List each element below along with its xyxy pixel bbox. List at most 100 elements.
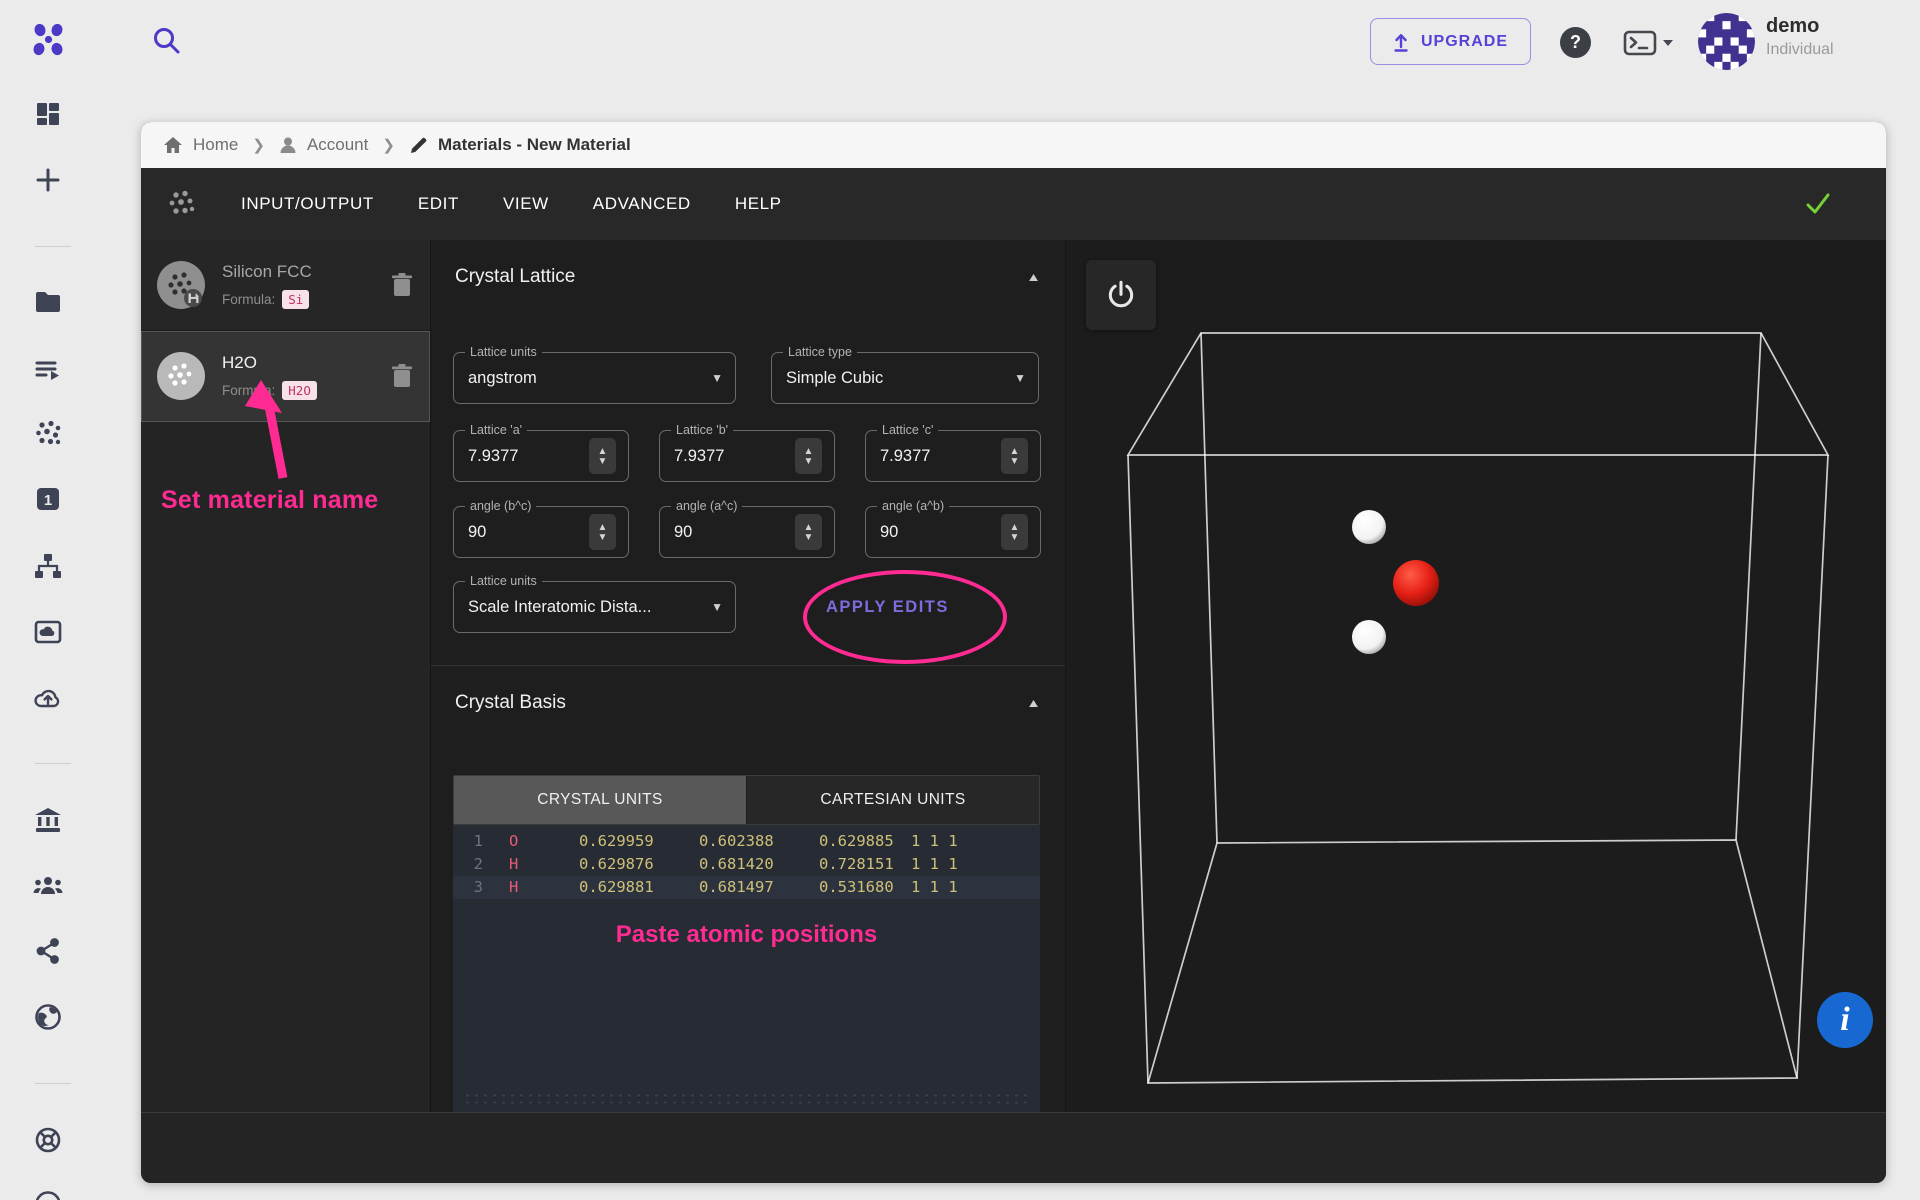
dashboard-icon[interactable] xyxy=(29,95,67,133)
lattice-c-input[interactable]: Lattice 'c' 7.9377 ▲▼ xyxy=(865,430,1041,482)
angle-beta-input[interactable]: angle (a^c) 90 ▲▼ xyxy=(659,506,835,558)
angle-alpha-input[interactable]: angle (b^c) 90 ▲▼ xyxy=(453,506,629,558)
breadcrumb-home-label: Home xyxy=(193,135,238,155)
cloud-upload-icon[interactable] xyxy=(29,679,67,717)
stepper-control[interactable]: ▲▼ xyxy=(795,438,822,474)
line-number: 1 xyxy=(453,830,483,853)
field-value: 7.9377 xyxy=(674,447,795,466)
field-value: 7.9377 xyxy=(880,447,1001,466)
basis-row-active[interactable]: 3 H 0.629881 0.681497 0.531680 1 1 1 xyxy=(453,876,1040,899)
menu-input-output[interactable]: INPUT/OUTPUT xyxy=(241,194,374,214)
media-icon[interactable] xyxy=(29,613,67,651)
element-symbol: H xyxy=(509,876,525,899)
viewer-3d-panel[interactable]: i xyxy=(1065,240,1886,1112)
editor-resize-grip[interactable] xyxy=(463,1092,1030,1106)
console-button[interactable] xyxy=(1623,29,1675,57)
molecule-icon[interactable] xyxy=(29,414,67,452)
menu-view[interactable]: VIEW xyxy=(503,194,549,214)
coord-x: 0.629876 xyxy=(579,853,655,876)
globe-partial-icon[interactable] xyxy=(29,1185,67,1200)
section-divider xyxy=(431,665,1065,666)
breadcrumb-home[interactable]: Home xyxy=(163,135,238,155)
stepper-control[interactable]: ▲▼ xyxy=(589,514,616,550)
atom-o xyxy=(1393,560,1439,606)
chevron-down-icon xyxy=(1662,39,1674,47)
basis-row[interactable]: 1 O 0.629959 0.602388 0.629885 1 1 1 xyxy=(453,830,1040,853)
saved-badge-icon xyxy=(189,294,199,304)
account-icon xyxy=(279,136,297,154)
material-item-h2o[interactable]: H2O Formula: H2O xyxy=(141,331,430,422)
crystal-lattice-title: Crystal Lattice xyxy=(455,266,575,288)
material-avatar xyxy=(157,352,205,400)
stepper-control[interactable]: ▲▼ xyxy=(795,514,822,550)
lattice-b-input[interactable]: Lattice 'b' 7.9377 ▲▼ xyxy=(659,430,835,482)
user-info[interactable]: demo Individual xyxy=(1766,15,1834,59)
basis-row[interactable]: 2 H 0.629876 0.681420 0.728151 1 1 1 xyxy=(453,853,1040,876)
help-button[interactable]: ? xyxy=(1560,27,1591,58)
tab-cartesian-units[interactable]: CARTESIAN UNITS xyxy=(746,776,1039,824)
constraints: 1 1 1 xyxy=(911,830,958,853)
collapse-chevron-icon[interactable]: ▲ xyxy=(1026,696,1041,710)
identicon xyxy=(1698,13,1755,70)
info-icon: i xyxy=(1840,1001,1849,1039)
playlist-icon[interactable] xyxy=(29,351,67,389)
coord-z: 0.531680 xyxy=(819,876,895,899)
upgrade-button[interactable]: UPGRADE xyxy=(1370,18,1531,65)
people-icon[interactable] xyxy=(29,866,67,904)
material-cluster-icon xyxy=(167,189,197,219)
crystal-basis-title: Crystal Basis xyxy=(455,692,566,714)
menu-advanced[interactable]: ADVANCED xyxy=(593,194,691,214)
unit-icon[interactable]: 1 xyxy=(29,480,67,518)
field-label: angle (a^b) xyxy=(877,499,949,513)
left-rail: 1 xyxy=(0,0,96,1200)
add-icon[interactable] xyxy=(29,161,67,199)
rail-divider xyxy=(35,246,71,247)
delete-material-button[interactable] xyxy=(390,272,414,298)
material-item-silicon-fcc[interactable]: Silicon FCC Formula: Si xyxy=(141,240,430,331)
dropdown-caret-icon: ▼ xyxy=(711,371,723,385)
field-label: angle (a^c) xyxy=(671,499,742,513)
stepper-control[interactable]: ▲▼ xyxy=(589,438,616,474)
lattice-units-select[interactable]: Lattice units angstrom ▼ xyxy=(453,352,736,404)
stepper-control[interactable]: ▲▼ xyxy=(1001,514,1028,550)
element-symbol: H xyxy=(509,853,525,876)
menu-help[interactable]: HELP xyxy=(735,194,782,214)
delete-material-button[interactable] xyxy=(390,363,414,389)
lattice-a-input[interactable]: Lattice 'a' 7.9377 ▲▼ xyxy=(453,430,629,482)
breadcrumb-current-label: Materials - New Material xyxy=(438,135,631,155)
search-button[interactable] xyxy=(150,24,184,58)
user-name: demo xyxy=(1766,15,1834,38)
field-label: Lattice 'c' xyxy=(877,423,938,437)
field-label: angle (b^c) xyxy=(465,499,536,513)
toggle-viewer-button[interactable] xyxy=(1086,260,1156,330)
stepper-control[interactable]: ▲▼ xyxy=(1001,438,1028,474)
breadcrumb-account[interactable]: Account xyxy=(279,135,368,155)
user-plan: Individual xyxy=(1766,41,1834,59)
material-avatar xyxy=(157,261,205,309)
svg-text:1: 1 xyxy=(44,492,52,509)
field-value: 7.9377 xyxy=(468,447,589,466)
collapse-chevron-icon[interactable]: ▲ xyxy=(1026,270,1041,284)
rail-divider xyxy=(35,763,71,764)
support-icon[interactable] xyxy=(29,1121,67,1159)
basis-code-editor[interactable]: 1 O 0.629959 0.602388 0.629885 1 1 1 2 H… xyxy=(453,825,1040,1112)
breadcrumb: Home ❯ Account ❯ Materials - New Materia… xyxy=(141,122,1886,168)
coord-z: 0.629885 xyxy=(819,830,895,853)
folder-icon[interactable] xyxy=(29,283,67,321)
globe-icon[interactable] xyxy=(29,998,67,1036)
info-button[interactable]: i xyxy=(1817,992,1873,1048)
workflow-icon[interactable] xyxy=(29,547,67,585)
scale-units-select[interactable]: Lattice units Scale Interatomic Dista...… xyxy=(453,581,736,633)
angle-gamma-input[interactable]: angle (a^b) 90 ▲▼ xyxy=(865,506,1041,558)
apply-edits-button[interactable]: APPLY EDITS xyxy=(826,598,949,617)
power-icon xyxy=(1105,279,1137,311)
tab-crystal-units[interactable]: CRYSTAL UNITS xyxy=(454,776,746,824)
lattice-type-select[interactable]: Lattice type Simple Cubic ▼ xyxy=(771,352,1039,404)
field-value: 90 xyxy=(674,523,795,542)
constraints: 1 1 1 xyxy=(911,876,958,899)
share-icon[interactable] xyxy=(29,932,67,970)
menu-edit[interactable]: EDIT xyxy=(418,194,459,214)
user-avatar[interactable] xyxy=(1698,13,1755,70)
bank-icon[interactable] xyxy=(29,801,67,839)
editor-menubar: INPUT/OUTPUT EDIT VIEW ADVANCED HELP xyxy=(141,168,1886,240)
